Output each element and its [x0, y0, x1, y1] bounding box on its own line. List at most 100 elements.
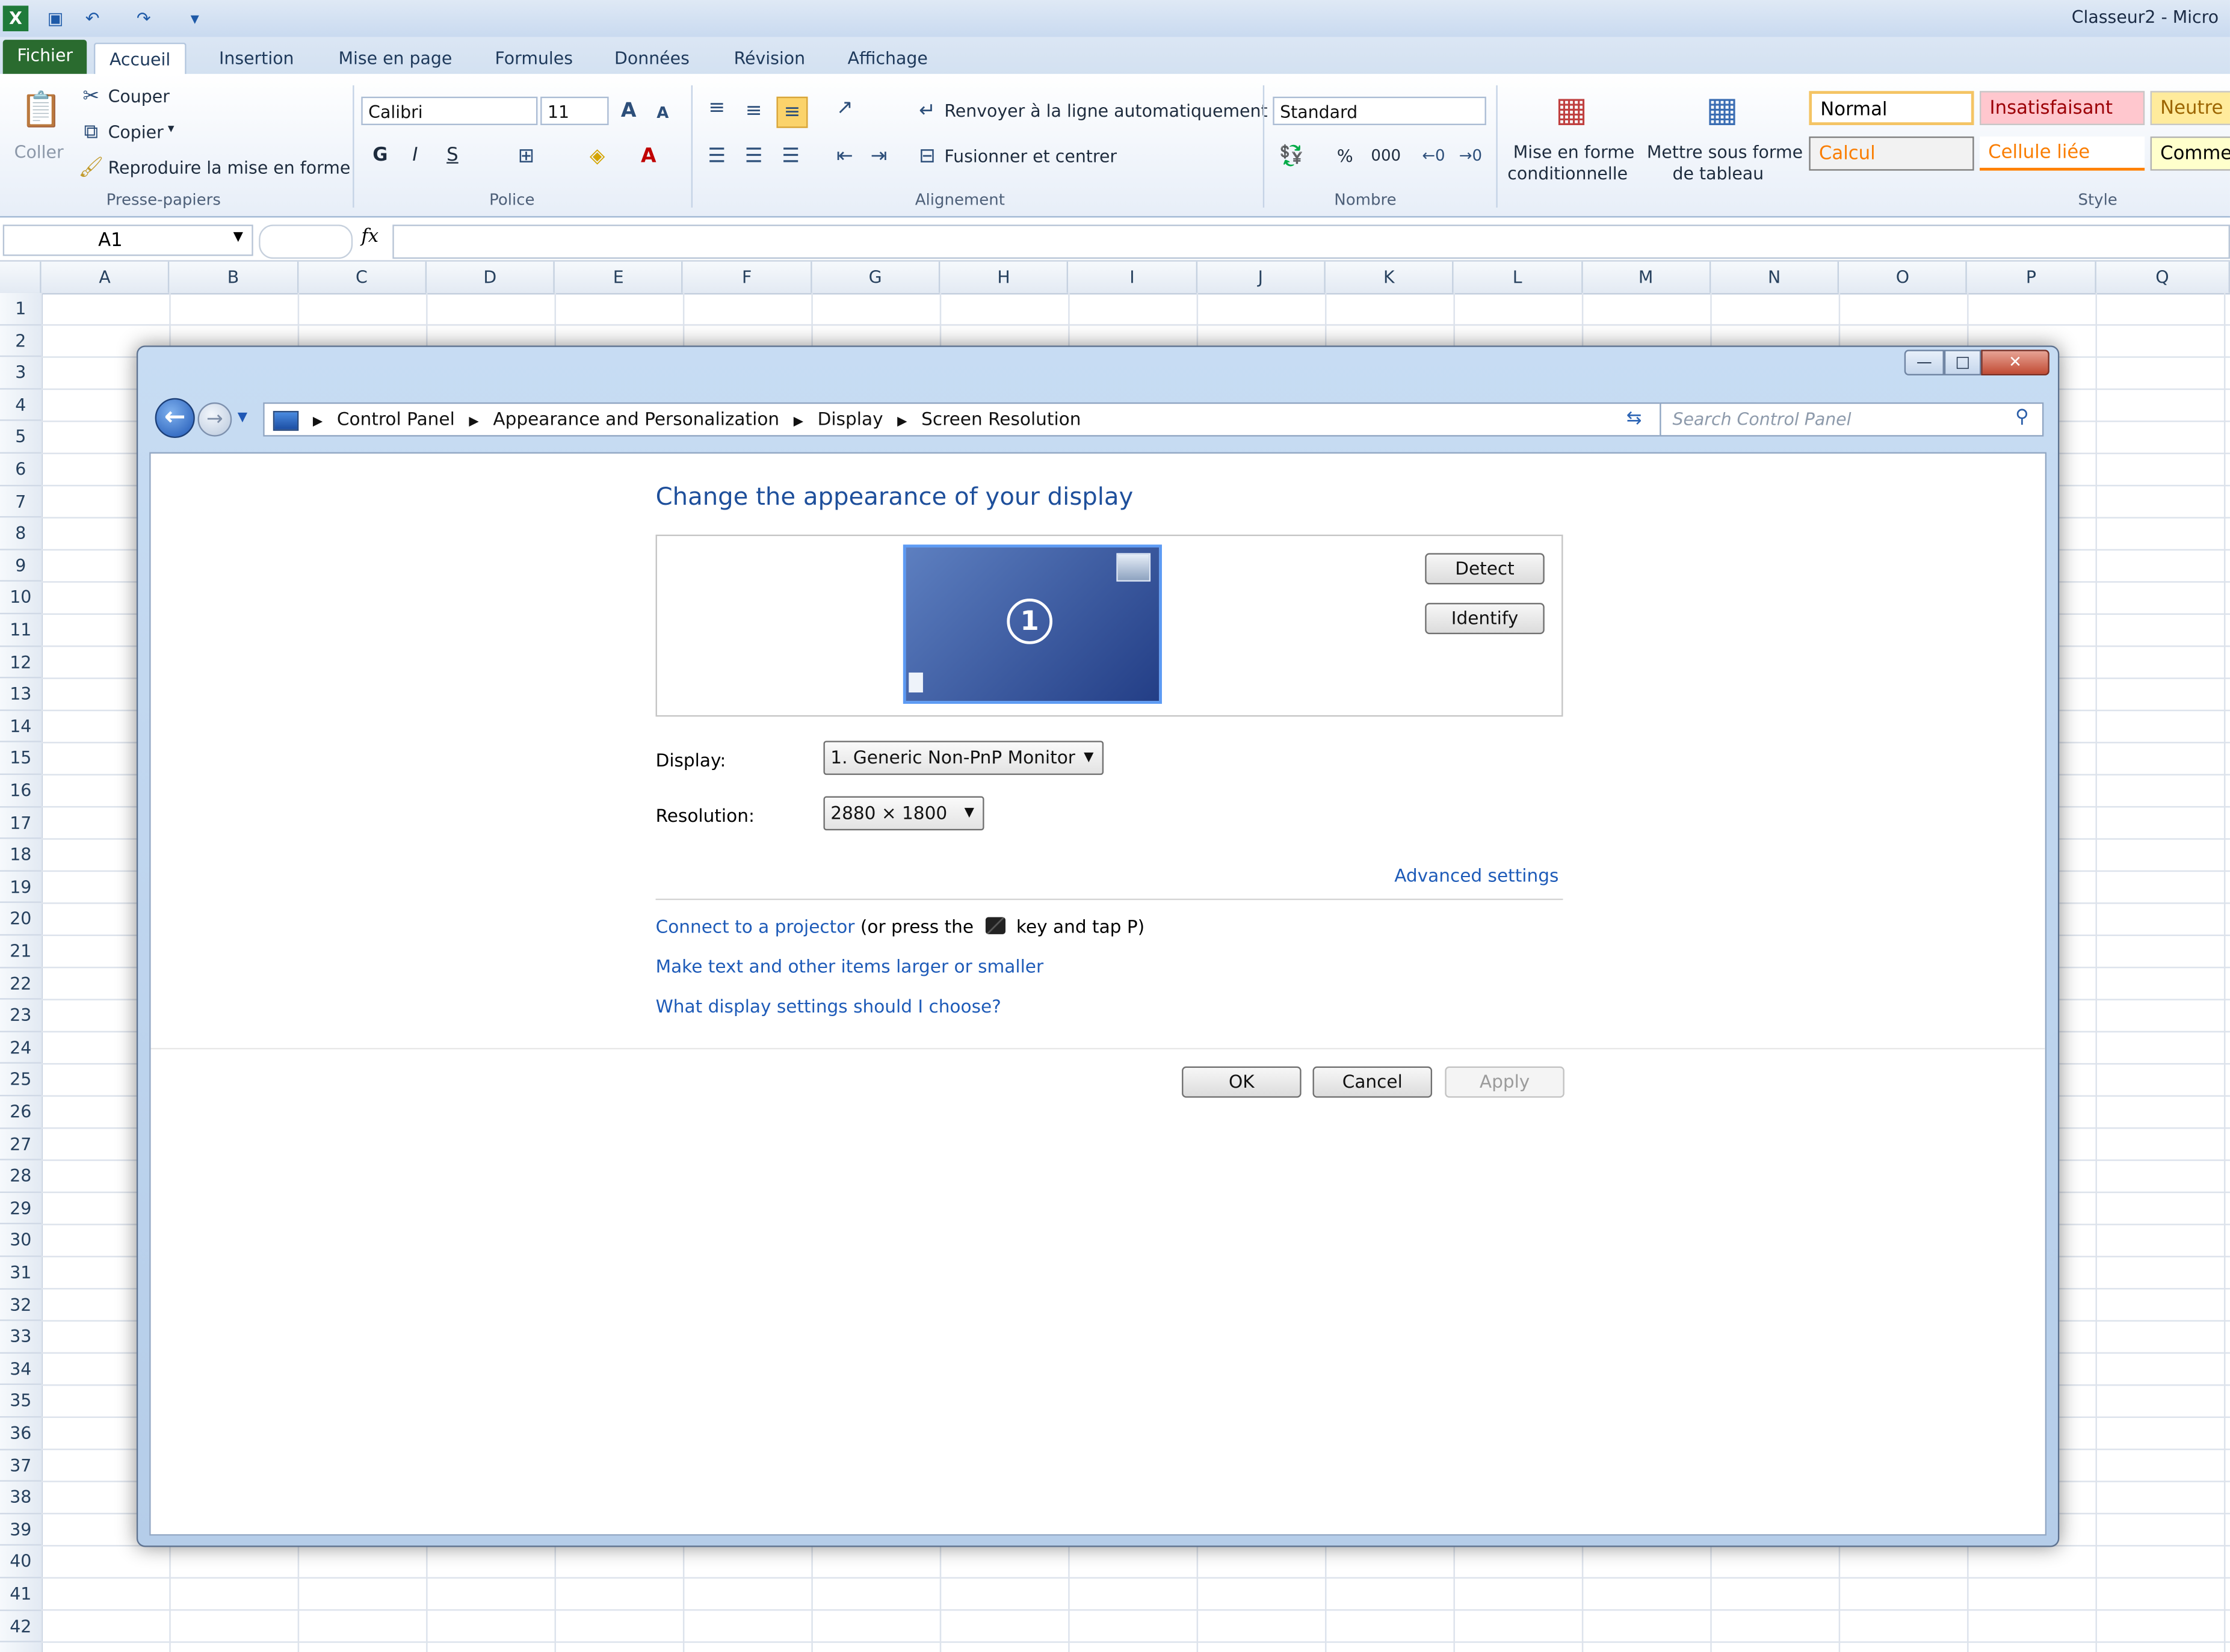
cut-button[interactable]: Couper: [108, 87, 170, 106]
search-icon[interactable]: ⚲: [2015, 407, 2029, 428]
thousands-button[interactable]: 000: [1371, 146, 1401, 165]
row-header[interactable]: 11: [0, 614, 42, 647]
tab-fichier[interactable]: Fichier: [2, 40, 87, 74]
align-bottom-icon[interactable]: ≡: [776, 96, 808, 128]
tab-insertion[interactable]: Insertion: [205, 43, 308, 74]
monitor-1-tile[interactable]: 1: [903, 544, 1162, 704]
row-header[interactable]: 34: [0, 1354, 42, 1385]
increase-indent-icon[interactable]: ⇥: [865, 142, 893, 170]
row-header[interactable]: 10: [0, 582, 42, 614]
row-header[interactable]: 19: [0, 871, 42, 904]
breadcrumb-chevron-icon[interactable]: ▶: [469, 415, 478, 430]
bold-button[interactable]: G: [372, 145, 388, 166]
column-header[interactable]: A: [42, 261, 170, 293]
font-size-combo[interactable]: 11: [540, 96, 609, 125]
conditional-formatting-label-2[interactable]: conditionnelle: [1507, 164, 1628, 183]
tab-mise-en-page[interactable]: Mise en page: [324, 43, 466, 74]
shrink-font-icon[interactable]: A: [649, 99, 677, 128]
breadcrumb-chevron-icon[interactable]: ▶: [313, 415, 323, 430]
column-header[interactable]: N: [1711, 261, 1839, 293]
accounting-format-icon[interactable]: 💱: [1277, 142, 1305, 170]
row-header[interactable]: 42: [0, 1610, 42, 1643]
row-header[interactable]: 7: [0, 485, 42, 518]
address-bar[interactable]: ▶ Control Panel ▶ Appearance and Persona…: [263, 402, 1756, 437]
row-header[interactable]: 41: [0, 1578, 42, 1610]
row-header[interactable]: 30: [0, 1225, 42, 1257]
column-header[interactable]: L: [1454, 261, 1583, 293]
align-left-icon[interactable]: ☰: [703, 142, 731, 170]
column-header[interactable]: F: [684, 261, 812, 293]
tab-revision[interactable]: Révision: [720, 43, 820, 74]
row-header[interactable]: 13: [0, 679, 42, 711]
column-header[interactable]: J: [1197, 261, 1326, 293]
copy-dropdown-icon[interactable]: ▾: [168, 122, 175, 137]
style-calcul[interactable]: Calcul: [1809, 136, 1974, 171]
close-button[interactable]: ✕: [1981, 350, 2049, 375]
format-as-table-label[interactable]: Mettre sous forme: [1647, 142, 1803, 162]
row-header[interactable]: 27: [0, 1129, 42, 1161]
align-center-icon[interactable]: ☰: [740, 142, 768, 170]
column-header[interactable]: E: [555, 261, 684, 293]
percent-button[interactable]: %: [1337, 146, 1353, 166]
row-header[interactable]: 16: [0, 775, 42, 807]
maximize-button[interactable]: □: [1944, 350, 1981, 375]
formula-input[interactable]: [392, 224, 2230, 259]
grow-font-icon[interactable]: A: [614, 97, 643, 125]
decrease-decimal-icon[interactable]: →0: [1456, 142, 1484, 170]
apply-button[interactable]: Apply: [1445, 1066, 1564, 1098]
breadcrumb-display[interactable]: Display: [818, 408, 883, 429]
recent-pages-dropdown-icon[interactable]: ▼: [238, 411, 247, 425]
row-header[interactable]: 4: [0, 389, 42, 422]
row-header[interactable]: 32: [0, 1289, 42, 1322]
row-header[interactable]: 23: [0, 1000, 42, 1032]
conditional-formatting-icon[interactable]: ▦: [1547, 85, 1595, 134]
paste-icon[interactable]: 📋: [20, 85, 63, 134]
column-header[interactable]: C: [298, 261, 427, 293]
column-header[interactable]: M: [1583, 261, 1711, 293]
row-header[interactable]: 14: [0, 710, 42, 743]
detect-button[interactable]: Detect: [1425, 553, 1545, 585]
connect-projector-link[interactable]: Connect to a projector: [656, 916, 855, 937]
orientation-icon[interactable]: ↗: [830, 94, 859, 122]
row-header[interactable]: 8: [0, 518, 42, 550]
breadcrumb-chevron-icon[interactable]: ▶: [897, 415, 907, 430]
row-header[interactable]: 35: [0, 1385, 42, 1418]
row-header[interactable]: 39: [0, 1514, 42, 1547]
number-format-combo[interactable]: Standard: [1273, 96, 1486, 125]
advanced-settings-link[interactable]: Advanced settings: [1394, 865, 1558, 886]
style-neutre[interactable]: Neutre: [2150, 91, 2230, 125]
save-icon[interactable]: ▣: [43, 5, 69, 31]
row-header[interactable]: 17: [0, 807, 42, 839]
tab-affichage[interactable]: Affichage: [833, 43, 942, 74]
insert-function-button[interactable]: fx: [361, 226, 378, 247]
undo-icon[interactable]: ↶: [79, 5, 105, 31]
display-settings-help-link[interactable]: What display settings should I choose?: [656, 995, 1001, 1016]
row-header[interactable]: 2: [0, 325, 42, 357]
breadcrumb-appearance[interactable]: Appearance and Personalization: [493, 408, 779, 429]
row-header[interactable]: 15: [0, 743, 42, 775]
increase-decimal-icon[interactable]: ←0: [1419, 142, 1448, 170]
identify-button[interactable]: Identify: [1425, 603, 1545, 635]
column-header[interactable]: Q: [2096, 261, 2230, 293]
row-header[interactable]: 18: [0, 839, 42, 872]
italic-button[interactable]: I: [412, 145, 418, 166]
refresh-icon[interactable]: ⇆: [1617, 402, 1651, 437]
select-all-corner[interactable]: [0, 261, 42, 293]
paste-button[interactable]: Coller: [14, 142, 64, 162]
underline-button[interactable]: S: [446, 145, 459, 166]
text-size-link[interactable]: Make text and other items larger or smal…: [656, 955, 1044, 976]
row-header[interactable]: 26: [0, 1096, 42, 1129]
column-header[interactable]: B: [170, 261, 298, 293]
font-color-icon[interactable]: A: [634, 142, 663, 170]
row-header[interactable]: 25: [0, 1064, 42, 1097]
font-name-combo[interactable]: Calibri: [361, 96, 538, 125]
name-box-dropdown-icon[interactable]: ▼: [233, 230, 243, 245]
column-header[interactable]: D: [427, 261, 555, 293]
borders-icon[interactable]: ⊞: [512, 142, 540, 170]
column-header[interactable]: G: [812, 261, 940, 293]
tab-donnees[interactable]: Données: [600, 43, 703, 74]
wrap-text-button[interactable]: Renvoyer à la ligne automatiquement: [944, 101, 1267, 121]
row-header[interactable]: 22: [0, 968, 42, 1000]
minimize-button[interactable]: —: [1904, 350, 1944, 375]
row-header[interactable]: 20: [0, 904, 42, 936]
